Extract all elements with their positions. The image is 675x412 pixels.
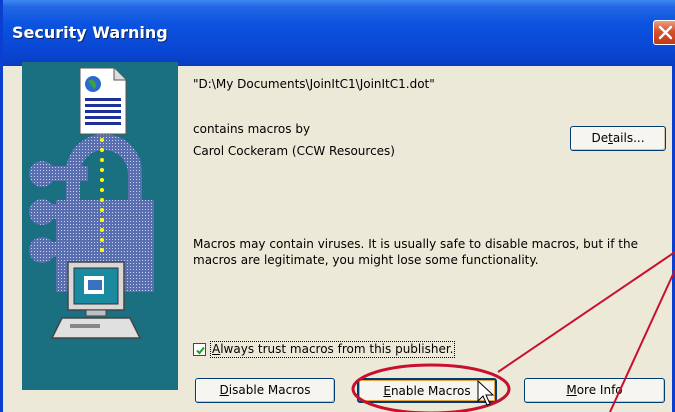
- details-button[interactable]: Details...: [570, 126, 666, 151]
- publisher-name: Carol Cockeram (CCW Resources): [193, 144, 395, 158]
- enable-macros-button[interactable]: Enable Macros: [357, 378, 497, 403]
- checkmark-icon: [196, 346, 205, 355]
- macro-warning-line-2: macros are legitimate, you might lose so…: [193, 253, 539, 267]
- disable-macros-button[interactable]: Disable Macros: [195, 378, 335, 403]
- window-title: Security Warning: [12, 23, 168, 42]
- contains-macros-label: contains macros by: [193, 122, 311, 136]
- macro-warning-line-1: Macros may contain viruses. It is usuall…: [193, 237, 638, 251]
- close-button[interactable]: [653, 20, 675, 45]
- more-info-button[interactable]: More Info: [524, 378, 665, 403]
- close-icon: [658, 25, 673, 40]
- file-path: "D:\My Documents\JoinItC1\JoinItC1.dot": [193, 77, 435, 91]
- trust-publisher-checkbox[interactable]: [193, 343, 206, 356]
- trust-publisher-label[interactable]: Always trust macros from this publisher.: [209, 341, 456, 358]
- security-side-panel: [22, 62, 178, 390]
- title-bar[interactable]: Security Warning: [3, 0, 675, 66]
- document-icon: [79, 67, 127, 135]
